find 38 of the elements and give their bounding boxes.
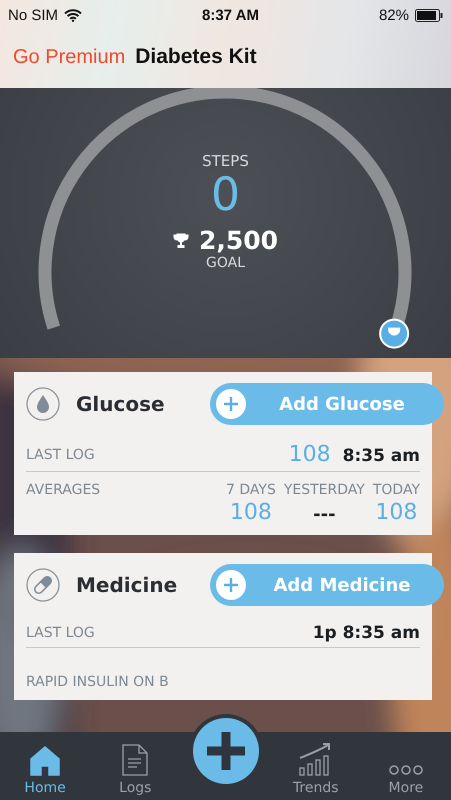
steps-count: 0 [210,170,240,218]
last-log-value: 108 [288,442,331,467]
document-icon [122,744,148,776]
last-log-label: LAST LOG [26,625,95,641]
steps-label: STEPS [202,152,249,170]
trophy-icon [172,232,189,249]
battery-text: 82% [378,6,409,24]
goal-label: GOAL [206,255,245,272]
averages-label: AVERAGES [26,482,102,498]
last-log-time: 1p 8:35 am [312,623,420,643]
drop-icon [26,387,60,421]
rapid-insulin-label: RAPID INSULIN ON B [26,674,170,690]
carrier-text: No SIM [8,6,58,24]
home-icon [29,746,62,776]
clock-text: 8:37 AM [202,6,259,24]
average-period-label: TODAY [372,482,420,498]
average-period-label: YESTERDAY [284,482,365,498]
battery-icon [414,8,443,22]
tab-item[interactable]: Trends [270,732,361,800]
last-log-label: LAST LOG [26,446,95,462]
average-value: --- [313,504,336,525]
card-title: Glucose [76,392,166,416]
plus-icon [216,570,246,600]
plus-icon [216,389,246,419]
pill-icon [26,568,60,602]
tab-item[interactable]: Home [0,732,90,800]
goal-value: 2,500 [198,226,278,256]
average-value: 108 [375,500,418,525]
average-value: 108 [230,500,272,525]
last-log-time: 8:35 am [342,446,420,466]
card-title: Medicine [76,573,178,597]
tab-item[interactable]: More [360,732,451,800]
wifi-icon [64,8,82,22]
go-premium-link[interactable]: Go Premium [13,46,126,68]
average-period-label: 7 DAYS [226,482,276,498]
tab-item[interactable]: Logs [90,732,180,800]
app-title: Diabetes Kit [135,45,257,69]
more-icon [388,764,423,776]
